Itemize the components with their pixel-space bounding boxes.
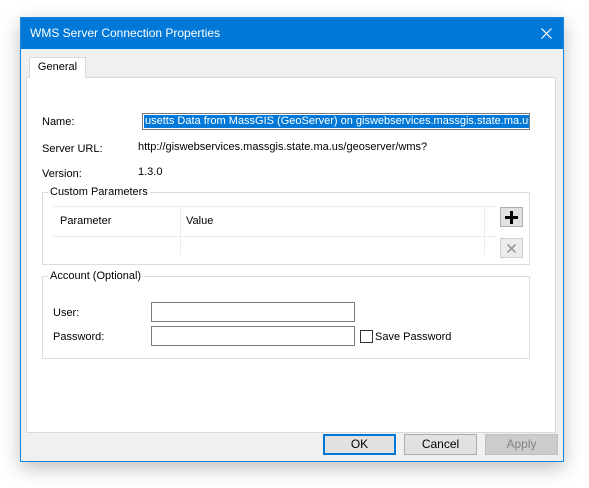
server-url-label: Server URL: bbox=[42, 143, 103, 155]
user-label: User: bbox=[53, 307, 80, 319]
remove-parameter-button[interactable] bbox=[500, 238, 523, 258]
column-divider bbox=[180, 207, 181, 255]
general-panel: Name: usetts Data from MassGIS (GeoServe… bbox=[26, 77, 556, 433]
custom-parameters-title: Custom Parameters bbox=[50, 186, 148, 198]
table-row[interactable] bbox=[53, 236, 496, 237]
password-label: Password: bbox=[53, 331, 105, 343]
name-field[interactable]: usetts Data from MassGIS (GeoServer) on … bbox=[142, 113, 530, 130]
account-group: Account (Optional) User: Password: Save … bbox=[42, 270, 530, 359]
column-header-value[interactable]: Value bbox=[186, 215, 213, 227]
save-password-checkbox[interactable] bbox=[360, 330, 373, 343]
window-title: WMS Server Connection Properties bbox=[30, 26, 221, 40]
name-label: Name: bbox=[42, 116, 75, 128]
server-url-value: http://giswebservices.massgis.state.ma.u… bbox=[138, 141, 428, 153]
ok-button[interactable]: OK bbox=[323, 434, 396, 455]
user-input[interactable] bbox=[151, 302, 355, 322]
x-icon bbox=[507, 243, 516, 253]
close-button[interactable] bbox=[529, 18, 563, 49]
version-value: 1.3.0 bbox=[138, 166, 163, 178]
custom-parameters-group: Custom Parameters Parameter Value bbox=[42, 186, 530, 265]
dialog-window: WMS Server Connection Properties General… bbox=[20, 17, 564, 462]
tab-general[interactable]: General bbox=[29, 57, 86, 78]
save-password-label[interactable]: Save Password bbox=[375, 331, 451, 343]
column-divider bbox=[484, 207, 485, 255]
password-input[interactable] bbox=[151, 326, 355, 346]
cancel-button[interactable]: Cancel bbox=[404, 434, 477, 455]
version-label: Version: bbox=[42, 168, 82, 180]
account-title: Account (Optional) bbox=[50, 270, 142, 282]
title-bar[interactable]: WMS Server Connection Properties bbox=[21, 18, 563, 49]
parameters-table[interactable]: Parameter Value bbox=[53, 206, 496, 255]
add-parameter-button[interactable] bbox=[500, 207, 523, 227]
apply-button[interactable]: Apply bbox=[485, 434, 558, 455]
close-icon bbox=[540, 28, 552, 39]
name-value: usetts Data from MassGIS (GeoServer) on … bbox=[144, 115, 529, 128]
plus-icon bbox=[505, 210, 518, 224]
column-header-parameter[interactable]: Parameter bbox=[60, 215, 111, 227]
